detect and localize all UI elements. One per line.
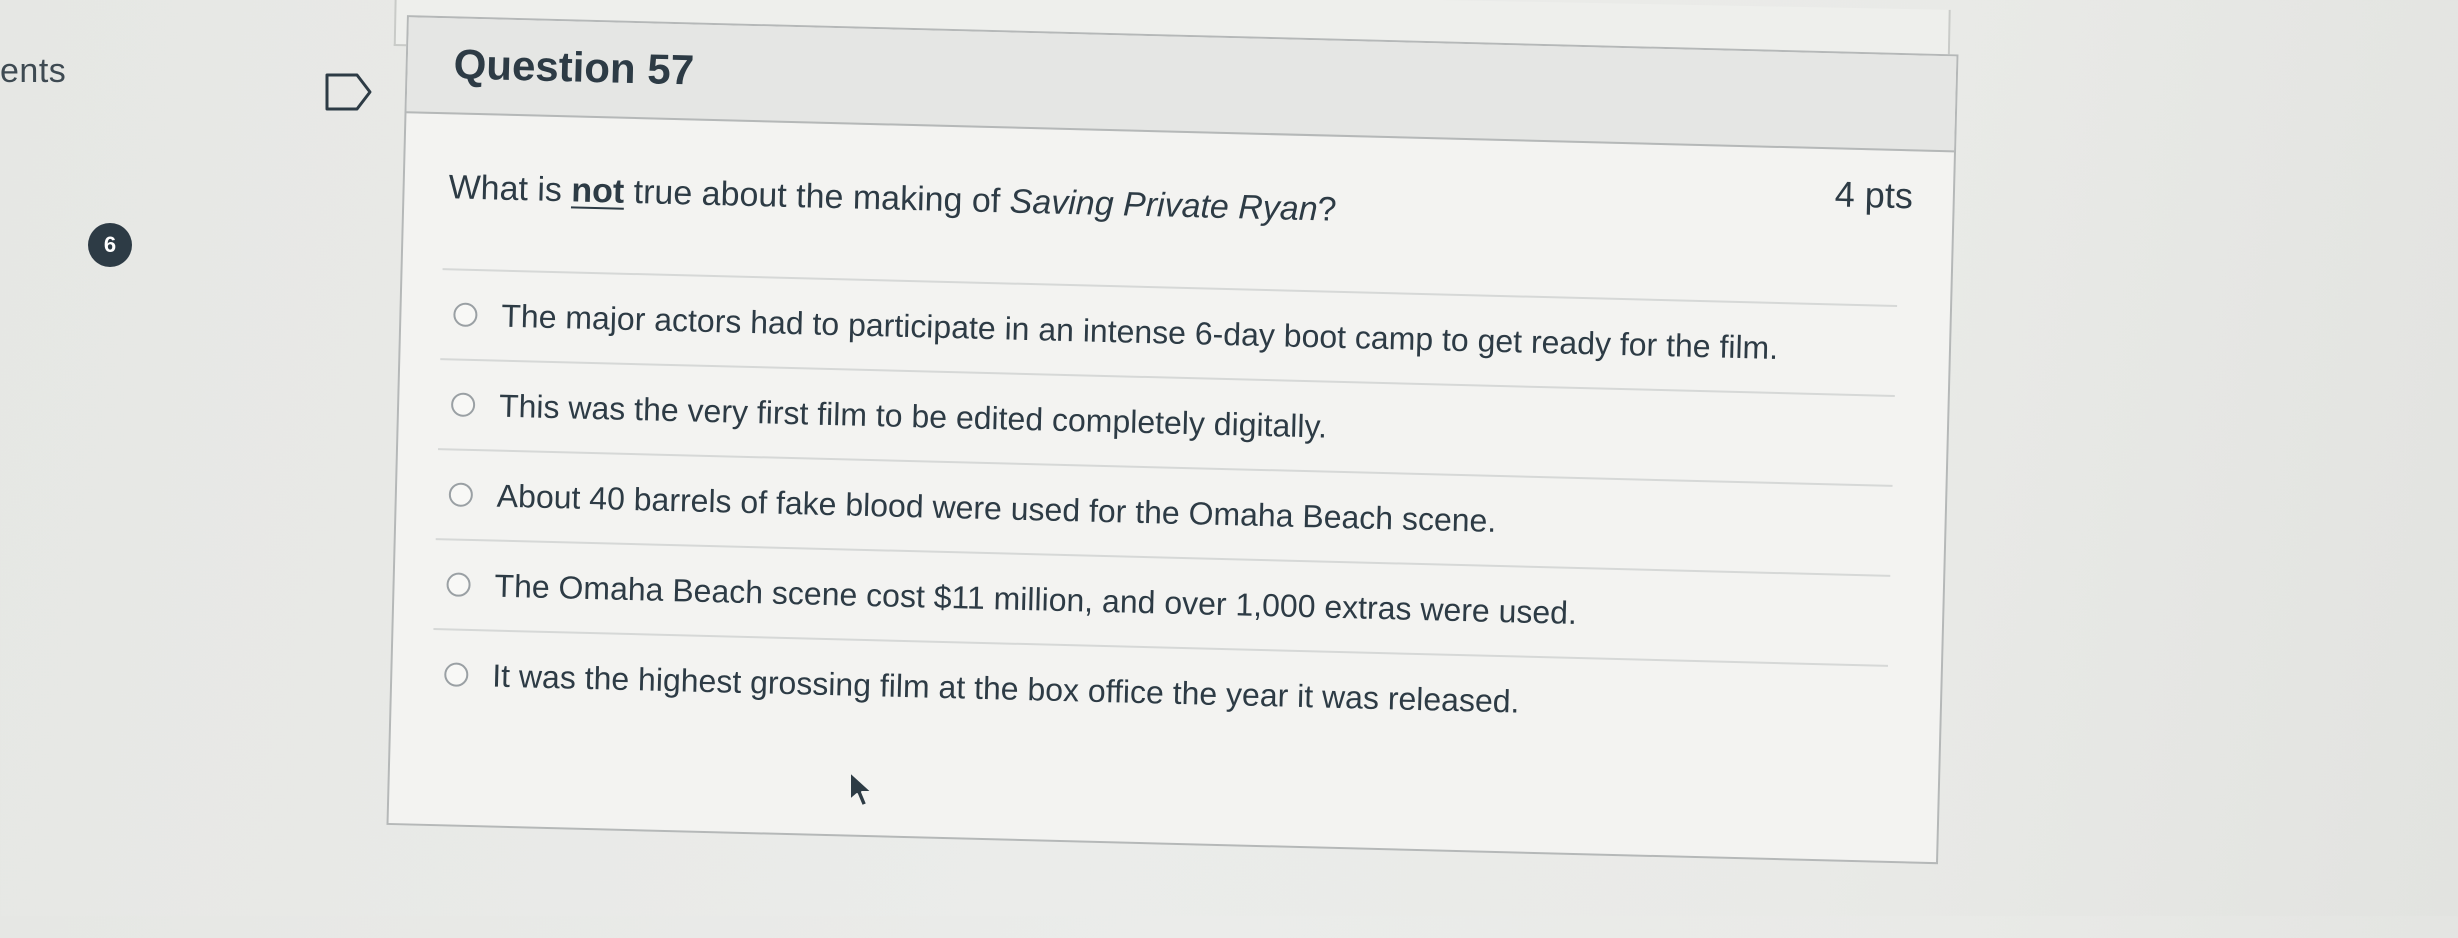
question-text-middle: true about the making of — [623, 172, 1011, 221]
question-stage: Question 57 4 pts What is not true about… — [0, 0, 2458, 938]
answer-label: About 40 barrels of fake blood were used… — [496, 477, 1497, 539]
answer-label: The Omaha Beach scene cost $11 million, … — [494, 567, 1578, 631]
radio-button-icon[interactable] — [443, 662, 469, 687]
question-text-film-title: Saving Private Ryan — [1009, 182, 1319, 229]
radio-button-icon[interactable] — [448, 482, 474, 508]
answer-label: This was the very first film to be edite… — [498, 387, 1328, 445]
question-text-end: ? — [1317, 190, 1338, 229]
question-title: Question 57 — [453, 40, 695, 94]
mouse-pointer-icon — [849, 771, 873, 807]
answer-list: The major actors had to participate in a… — [431, 268, 1898, 755]
radio-button-icon[interactable] — [450, 392, 476, 418]
question-text-emphasis: not — [570, 171, 625, 211]
question-text: What is not true about the making of Sav… — [448, 168, 1337, 229]
question-card: Question 57 4 pts What is not true about… — [386, 15, 1959, 865]
answer-label: The major actors had to participate in a… — [500, 297, 1779, 366]
question-points: 4 pts — [1834, 173, 1914, 217]
radio-button-icon[interactable] — [446, 572, 471, 597]
answer-label: It was the highest grossing film at the … — [491, 657, 1520, 720]
question-header: Question 57 — [406, 17, 1957, 153]
question-text-start: What is — [448, 168, 572, 210]
radio-button-icon[interactable] — [453, 302, 478, 328]
